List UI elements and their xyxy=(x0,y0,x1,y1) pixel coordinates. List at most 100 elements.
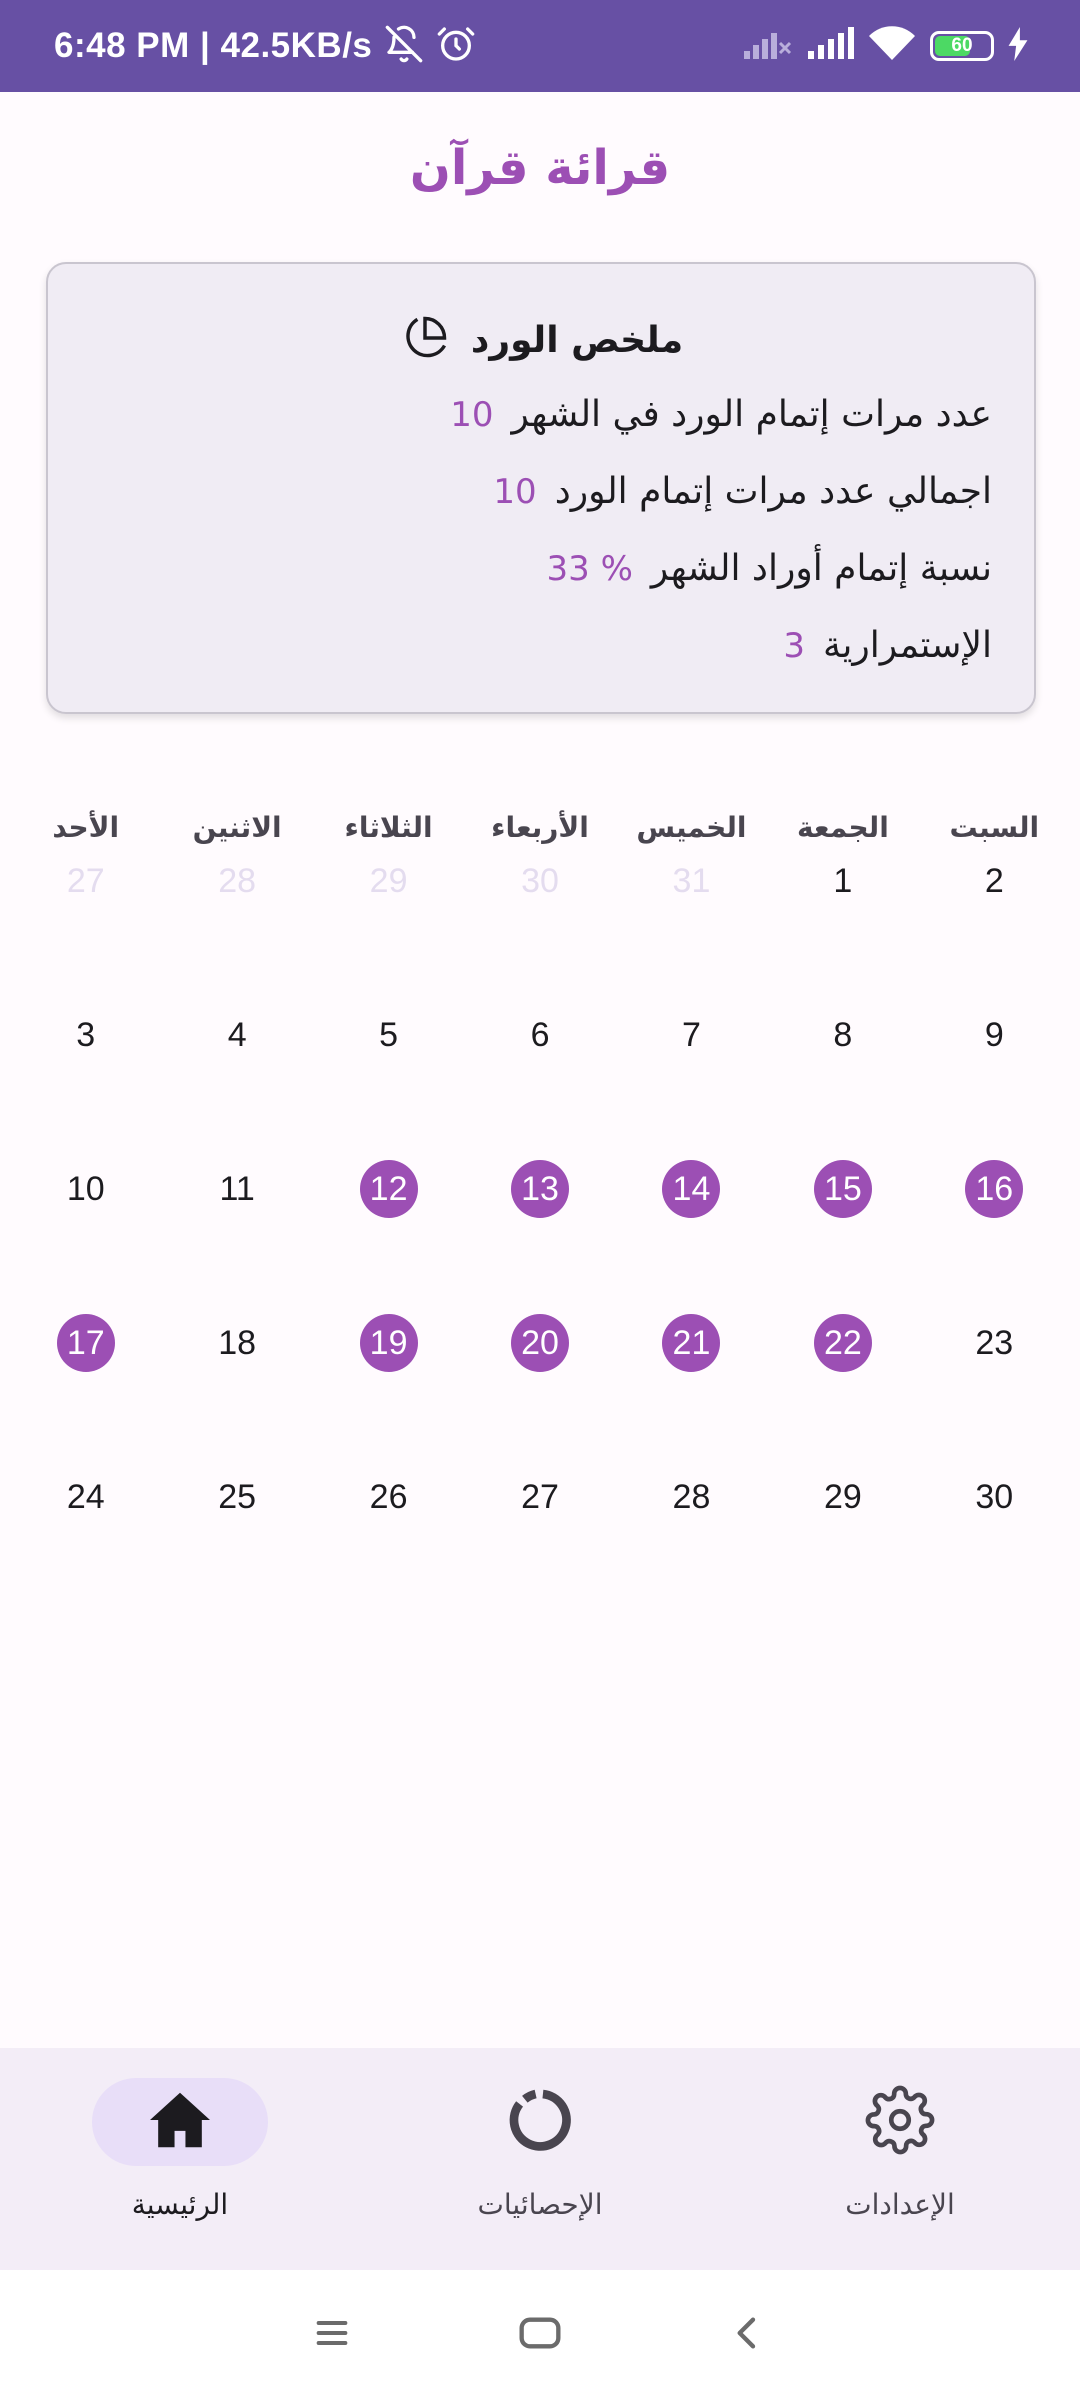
nav-pill xyxy=(812,2078,988,2166)
calendar-day-cell[interactable]: 29 xyxy=(767,1418,918,1572)
calendar-day[interactable]: 30 xyxy=(965,1468,1023,1526)
calendar-day-cell[interactable]: 20 xyxy=(464,1264,615,1418)
menu-icon[interactable] xyxy=(312,2313,352,2357)
calendar-grid: 2 1 31 30 29 28 27 9 8 7 6 5 4 3 16 15 14 13 12 11 10 23 22 21 2… xyxy=(0,852,1080,1572)
summary-row-label: اجمالي عدد مرات إتمام الورد xyxy=(554,471,992,512)
status-bar: 6:48 PM | 42.5KB/s 60 xyxy=(0,0,1080,92)
calendar-day-completed[interactable]: 15 xyxy=(813,1160,872,1218)
calendar-day[interactable]: 27 xyxy=(57,852,115,910)
calendar-day[interactable]: 27 xyxy=(511,1468,569,1526)
calendar-day[interactable]: 11 xyxy=(208,1160,266,1218)
calendar-day-completed[interactable]: 13 xyxy=(511,1160,570,1218)
calendar-day-cell[interactable]: 30 xyxy=(464,852,615,956)
calendar-day[interactable]: 30 xyxy=(511,852,569,910)
calendar-day-completed[interactable]: 19 xyxy=(359,1314,418,1372)
calendar-day-completed[interactable]: 12 xyxy=(359,1160,418,1218)
calendar-day[interactable]: 26 xyxy=(360,1468,418,1526)
calendar-day-cell[interactable]: 24 xyxy=(10,1418,161,1572)
summary-row: اجمالي عدد مرات إتمام الورد 10 xyxy=(90,453,992,530)
calendar-day-completed[interactable]: 14 xyxy=(662,1160,721,1218)
calendar-day-cell[interactable]: 7 xyxy=(616,956,767,1110)
calendar-day[interactable]: 9 xyxy=(965,1006,1023,1064)
calendar-day[interactable]: 8 xyxy=(814,1006,872,1064)
wifi-icon xyxy=(868,26,916,66)
calendar-day-completed[interactable]: 22 xyxy=(813,1314,872,1372)
nav-pill xyxy=(452,2078,628,2166)
calendar-day[interactable]: 7 xyxy=(662,1006,720,1064)
calendar-day[interactable]: 5 xyxy=(360,1006,418,1064)
calendar-day[interactable]: 28 xyxy=(208,852,266,910)
calendar-day-cell[interactable]: 27 xyxy=(10,852,161,956)
calendar-day[interactable]: 25 xyxy=(208,1468,266,1526)
calendar-day-completed[interactable]: 16 xyxy=(965,1160,1024,1218)
calendar-week-row: 23 22 21 20 19 18 17 xyxy=(0,1264,1080,1418)
calendar-day-cell[interactable]: 27 xyxy=(464,1418,615,1572)
calendar-day-cell[interactable]: 8 xyxy=(767,956,918,1110)
nav-item-home[interactable]: الرئيسية xyxy=(0,2048,360,2270)
calendar-day-completed[interactable]: 17 xyxy=(56,1314,115,1372)
calendar-day-cell[interactable]: 10 xyxy=(10,1110,161,1264)
calendar-day[interactable]: 6 xyxy=(511,1006,569,1064)
calendar-day[interactable]: 18 xyxy=(208,1314,266,1372)
calendar-day-cell[interactable]: 14 xyxy=(616,1110,767,1264)
calendar-day[interactable]: 28 xyxy=(662,1468,720,1526)
calendar-day-cell[interactable]: 15 xyxy=(767,1110,918,1264)
signal-icon xyxy=(742,27,792,65)
calendar-day-cell[interactable]: 3 xyxy=(10,956,161,1110)
calendar-day[interactable]: 29 xyxy=(814,1468,872,1526)
calendar-day-completed[interactable]: 20 xyxy=(511,1314,570,1372)
calendar-day-cell[interactable]: 28 xyxy=(161,852,312,956)
status-time-speed: 6:48 PM | 42.5KB/s xyxy=(54,26,373,65)
calendar-day-cell[interactable]: 11 xyxy=(161,1110,312,1264)
calendar-day-completed[interactable]: 21 xyxy=(662,1314,721,1372)
calendar-day[interactable]: 2 xyxy=(965,852,1023,910)
bell-muted-icon xyxy=(384,24,424,68)
calendar-day-cell[interactable]: 1 xyxy=(767,852,918,956)
calendar-day-cell[interactable]: 9 xyxy=(919,956,1070,1110)
calendar-day[interactable]: 4 xyxy=(208,1006,266,1064)
summary-row: الإستمرارية 3 xyxy=(90,607,992,684)
stats-ring-icon xyxy=(505,2085,575,2159)
calendar-day-cell[interactable]: 28 xyxy=(616,1418,767,1572)
calendar-day-cell[interactable]: 16 xyxy=(919,1110,1070,1264)
back-chevron-icon[interactable] xyxy=(728,2313,768,2357)
home-square-icon[interactable] xyxy=(516,2313,564,2357)
weekday-label: الاثنين xyxy=(192,811,282,844)
weekday-label: السبت xyxy=(949,811,1040,844)
nav-label-settings: الإعدادات xyxy=(845,2188,955,2221)
calendar-day-cell[interactable]: 13 xyxy=(464,1110,615,1264)
calendar-day[interactable]: 1 xyxy=(814,852,872,910)
calendar-day-cell[interactable]: 2 xyxy=(919,852,1070,956)
calendar-day-cell[interactable]: 19 xyxy=(313,1264,464,1418)
calendar-day-cell[interactable]: 12 xyxy=(313,1110,464,1264)
calendar-day[interactable]: 29 xyxy=(360,852,418,910)
summary-row-value: 10 xyxy=(493,471,537,512)
calendar-day[interactable]: 3 xyxy=(57,1006,115,1064)
calendar-day[interactable]: 24 xyxy=(57,1468,115,1526)
calendar-day-cell[interactable]: 21 xyxy=(616,1264,767,1418)
calendar-day-cell[interactable]: 4 xyxy=(161,956,312,1110)
calendar-day-cell[interactable]: 31 xyxy=(616,852,767,956)
calendar-week-row: 16 15 14 13 12 11 10 xyxy=(0,1110,1080,1264)
summary-row-label: نسبة إتمام أوراد الشهر xyxy=(650,548,992,589)
calendar-day[interactable]: 31 xyxy=(662,852,720,910)
calendar-day[interactable]: 23 xyxy=(965,1314,1023,1372)
calendar-day-cell[interactable]: 23 xyxy=(919,1264,1070,1418)
calendar-day-cell[interactable]: 6 xyxy=(464,956,615,1110)
summary-row-value: % 33 xyxy=(546,548,633,589)
bottom-navigation: الرئيسية الإحصائيات الإعدادات xyxy=(0,2048,1080,2270)
nav-item-stats[interactable]: الإحصائيات xyxy=(360,2048,720,2270)
calendar-day-cell[interactable]: 17 xyxy=(10,1264,161,1418)
calendar-day-cell[interactable]: 5 xyxy=(313,956,464,1110)
nav-pill-active xyxy=(92,2078,268,2166)
calendar-week-row: 30 29 28 27 26 25 24 xyxy=(0,1418,1080,1572)
calendar-day[interactable]: 10 xyxy=(57,1160,115,1218)
summary-row-value: 3 xyxy=(783,625,806,666)
calendar-day-cell[interactable]: 30 xyxy=(919,1418,1070,1572)
calendar-day-cell[interactable]: 29 xyxy=(313,852,464,956)
calendar-day-cell[interactable]: 22 xyxy=(767,1264,918,1418)
calendar-day-cell[interactable]: 18 xyxy=(161,1264,312,1418)
calendar-day-cell[interactable]: 25 xyxy=(161,1418,312,1572)
nav-item-settings[interactable]: الإعدادات xyxy=(720,2048,1080,2270)
calendar-day-cell[interactable]: 26 xyxy=(313,1418,464,1572)
